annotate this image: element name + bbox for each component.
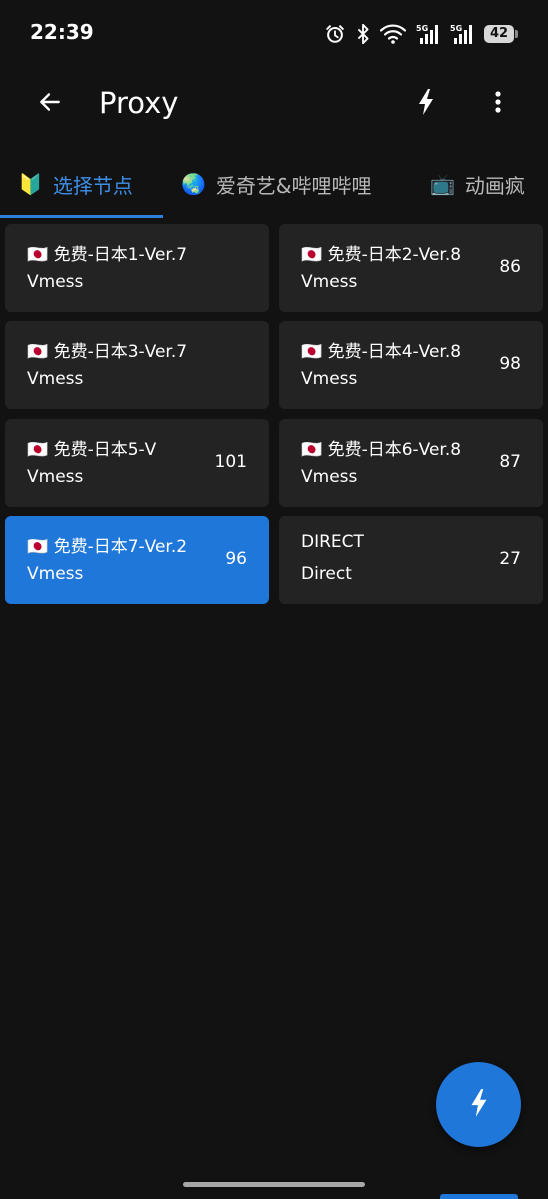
proxy-name: 🇯🇵 免费-日本2-Ver.8: [301, 245, 462, 265]
more-vert-icon: [495, 90, 501, 118]
proxy-type: Vmess: [27, 272, 84, 292]
proxy-type: Vmess: [301, 369, 358, 389]
proxy-card[interactable]: 🇯🇵 免费-日本4-Ver.8 Vmess 98: [279, 321, 543, 409]
proxy-card[interactable]: 🇯🇵 免费-日本6-Ver.8 Vmess 87: [279, 419, 543, 507]
proxy-name: 🇯🇵 免费-日本3-Ver.7: [27, 342, 188, 362]
app-bar: Proxy: [0, 68, 548, 144]
proxy-name: 🇯🇵 免费-日本7-Ver.2: [27, 537, 188, 557]
proxy-type: Vmess: [301, 467, 358, 487]
tab-iqiyi-bilibili[interactable]: 🌏 爱奇艺&哔哩哔哩: [181, 152, 372, 216]
tab-animation[interactable]: 📺 动画疯: [430, 152, 525, 216]
proxy-delay: 27: [499, 549, 521, 569]
proxy-name: 🇯🇵 免费-日本4-Ver.8: [301, 342, 462, 362]
japan-flag-icon: 🇯🇵: [301, 440, 323, 460]
bottom-edge-strip: [440, 1194, 518, 1199]
proxy-name: 🇯🇵 免费-日本5-V: [27, 440, 157, 460]
signal-5g-icon: 5G: [416, 23, 440, 45]
beginner-badge-icon: 🔰: [18, 172, 43, 196]
bluetooth-icon: [356, 23, 370, 45]
proxy-type: Direct: [301, 564, 352, 584]
test-delay-button[interactable]: [402, 80, 450, 128]
status-time: 22:39: [30, 20, 94, 44]
japan-flag-icon: 🇯🇵: [27, 245, 49, 265]
proxy-card[interactable]: DIRECT Direct 27: [279, 516, 543, 604]
svg-text:5G: 5G: [450, 24, 462, 33]
japan-flag-icon: 🇯🇵: [27, 342, 49, 362]
wifi-icon: [380, 24, 406, 44]
globe-icon: 🌏: [181, 172, 206, 196]
proxy-delay: 101: [214, 452, 247, 472]
japan-flag-icon: 🇯🇵: [27, 440, 49, 460]
page-title: Proxy: [99, 86, 179, 120]
tab-label: 选择节点: [52, 173, 133, 198]
proxy-delay: 98: [499, 354, 521, 374]
proxy-delay: 86: [499, 257, 521, 277]
tab-label: 爱奇艺&哔哩哔哩: [215, 173, 372, 198]
proxy-name: 🇯🇵 免费-日本6-Ver.8: [301, 440, 462, 460]
proxy-card[interactable]: 🇯🇵 免费-日本5-V Vmess 101: [5, 419, 269, 507]
status-bar: 22:39 5G 5G 42: [0, 0, 548, 68]
signal-5g-icon: 5G: [450, 23, 474, 45]
japan-flag-icon: 🇯🇵: [301, 245, 323, 265]
proxy-type: Vmess: [27, 564, 84, 584]
battery-icon: 42: [484, 25, 518, 43]
proxy-card[interactable]: 🇯🇵 免费-日本2-Ver.8 Vmess 86: [279, 224, 543, 312]
alarm-icon: [324, 23, 346, 45]
japan-flag-icon: 🇯🇵: [301, 342, 323, 362]
back-button[interactable]: [26, 80, 74, 128]
proxy-type: Vmess: [27, 467, 84, 487]
home-indicator[interactable]: [183, 1182, 365, 1187]
proxy-name: 🇯🇵 免费-日本1-Ver.7: [27, 245, 188, 265]
proxy-type: Vmess: [301, 272, 358, 292]
television-icon: 📺: [430, 172, 455, 196]
proxy-card[interactable]: 🇯🇵 免费-日本1-Ver.7 Vmess: [5, 224, 269, 312]
svg-text:5G: 5G: [416, 24, 428, 33]
proxy-delay: 96: [225, 549, 247, 569]
japan-flag-icon: 🇯🇵: [27, 537, 49, 557]
back-arrow-icon: [37, 89, 63, 119]
proxy-card[interactable]: 🇯🇵 免费-日本3-Ver.7 Vmess: [5, 321, 269, 409]
status-icons: 5G 5G 42: [324, 20, 518, 48]
tab-select-node[interactable]: 🔰 选择节点: [18, 152, 133, 216]
proxy-delay: 87: [499, 452, 521, 472]
active-tab-indicator: [0, 215, 163, 218]
more-options-button[interactable]: [474, 80, 522, 128]
lightning-icon: [417, 88, 435, 120]
proxy-card-selected[interactable]: 🇯🇵 免费-日本7-Ver.2 Vmess 96: [5, 516, 269, 604]
tab-label: 动画疯: [464, 173, 525, 198]
lightning-icon: [469, 1088, 489, 1122]
proxy-type: Vmess: [27, 369, 84, 389]
proxy-name: DIRECT: [301, 532, 364, 552]
group-tabs: 🔰 选择节点 🌏 爱奇艺&哔哩哔哩 📺 动画疯: [0, 152, 548, 218]
test-delay-fab[interactable]: [436, 1062, 521, 1147]
